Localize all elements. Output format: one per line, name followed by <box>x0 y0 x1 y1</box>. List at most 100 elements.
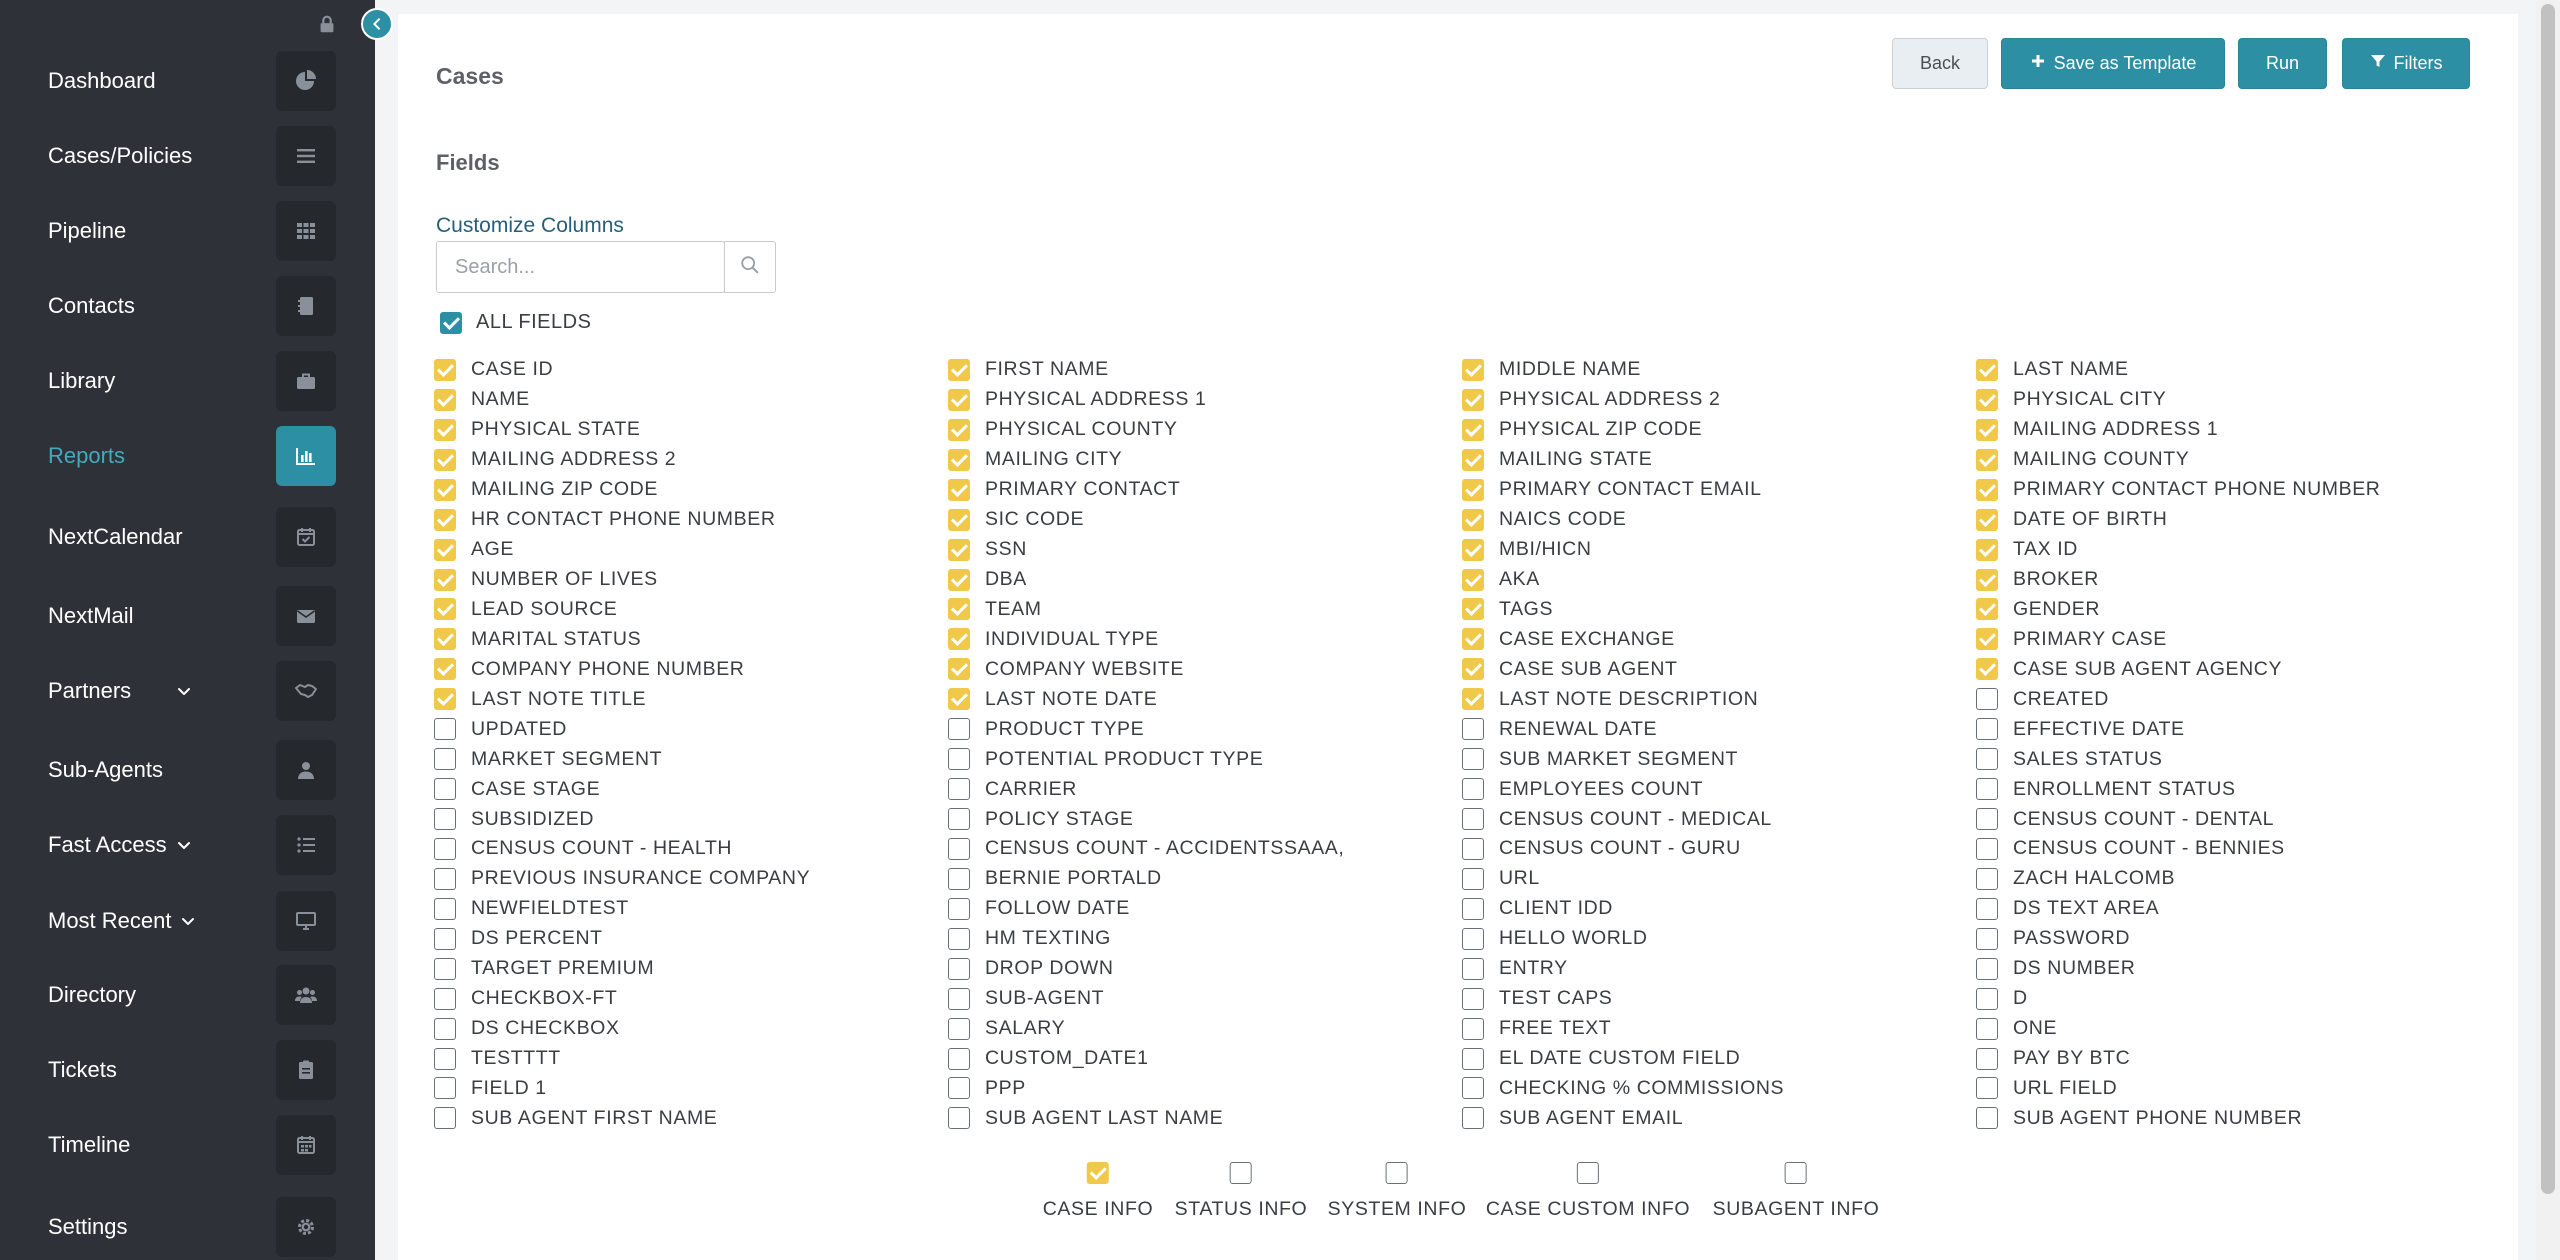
field-checkbox-subsidized[interactable]: SUBSIDIZED <box>434 804 948 834</box>
chevron-down-icon[interactable] <box>180 913 196 929</box>
category-checkbox-system-info[interactable]: SYSTEM INFO <box>1328 1162 1467 1221</box>
checkbox[interactable] <box>948 688 970 711</box>
run-button[interactable]: Run <box>2238 38 2327 89</box>
field-checkbox-primary-contact-phone-number[interactable]: PRIMARY CONTACT PHONE NUMBER <box>1976 475 2490 505</box>
checkbox[interactable] <box>434 778 456 801</box>
field-checkbox-entry[interactable]: ENTRY <box>1462 954 1976 984</box>
field-checkbox-ssn[interactable]: SSN <box>948 535 1462 565</box>
field-checkbox-number-of-lives[interactable]: NUMBER OF LIVES <box>434 565 948 595</box>
page-scrollbar-thumb[interactable] <box>2541 4 2555 1194</box>
checkbox[interactable] <box>948 658 970 681</box>
field-checkbox-middle-name[interactable]: MIDDLE NAME <box>1462 355 1976 385</box>
checkbox[interactable] <box>1976 688 1998 711</box>
field-checkbox-marital-status[interactable]: MARITAL STATUS <box>434 624 948 654</box>
checkbox[interactable] <box>434 478 456 501</box>
checkbox[interactable] <box>948 1077 970 1100</box>
checkbox[interactable] <box>434 658 456 681</box>
checkbox[interactable] <box>1462 987 1484 1010</box>
checkbox[interactable] <box>434 688 456 711</box>
checkbox[interactable] <box>434 748 456 771</box>
field-checkbox-drop-down[interactable]: DROP DOWN <box>948 954 1462 984</box>
field-checkbox-case-exchange[interactable]: CASE EXCHANGE <box>1462 624 1976 654</box>
checkbox[interactable] <box>1462 1017 1484 1040</box>
field-checkbox-one[interactable]: ONE <box>1976 1014 2490 1044</box>
field-checkbox-policy-stage[interactable]: POLICY STAGE <box>948 804 1462 834</box>
sidebar-item-timeline[interactable]: Timeline <box>0 1113 375 1177</box>
customize-columns-link[interactable]: Customize Columns <box>436 214 624 238</box>
field-checkbox-effective-date[interactable]: EFFECTIVE DATE <box>1976 714 2490 744</box>
checkbox[interactable] <box>1976 957 1998 980</box>
checkbox[interactable] <box>1462 538 1484 561</box>
checkbox[interactable] <box>434 538 456 561</box>
field-checkbox-case-id[interactable]: CASE ID <box>434 355 948 385</box>
checkbox[interactable] <box>434 1017 456 1040</box>
field-checkbox-field-1[interactable]: FIELD 1 <box>434 1074 948 1104</box>
category-checkbox-case-info[interactable]: CASE INFO <box>1043 1162 1154 1221</box>
checkbox[interactable] <box>1976 1077 1998 1100</box>
field-checkbox-checkbox-ft[interactable]: CHECKBOX-FT <box>434 984 948 1014</box>
field-checkbox-broker[interactable]: BROKER <box>1976 565 2490 595</box>
checkbox[interactable] <box>434 897 456 920</box>
checkbox[interactable] <box>1087 1162 1109 1184</box>
field-checkbox-password[interactable]: PASSWORD <box>1976 924 2490 954</box>
checkbox[interactable] <box>1462 688 1484 711</box>
field-checkbox-el-date-custom-field[interactable]: EL DATE CUSTOM FIELD <box>1462 1044 1976 1074</box>
sidebar-item-most-recent[interactable]: Most Recent <box>0 889 375 953</box>
checkbox[interactable] <box>434 1107 456 1130</box>
checkbox[interactable] <box>1462 927 1484 950</box>
field-checkbox-last-note-date[interactable]: LAST NOTE DATE <box>948 684 1462 714</box>
checkbox[interactable] <box>1462 448 1484 471</box>
sidebar-item-nextmail[interactable]: NextMail <box>0 584 375 648</box>
checkbox[interactable] <box>1386 1162 1408 1184</box>
field-checkbox-naics-code[interactable]: NAICS CODE <box>1462 505 1976 535</box>
field-checkbox-checking-commissions[interactable]: CHECKING % COMMISSIONS <box>1462 1074 1976 1104</box>
field-checkbox-census-count-accidentssaaa[interactable]: CENSUS COUNT - ACCIDENTSSAAA, <box>948 834 1462 864</box>
checkbox[interactable] <box>948 927 970 950</box>
field-checkbox-team[interactable]: TEAM <box>948 595 1462 625</box>
checkbox[interactable] <box>948 987 970 1010</box>
field-checkbox-hm-texting[interactable]: HM TEXTING <box>948 924 1462 954</box>
field-checkbox-company-phone-number[interactable]: COMPANY PHONE NUMBER <box>434 654 948 684</box>
save-as-template-button[interactable]: Save as Template <box>2001 38 2225 89</box>
checkbox[interactable] <box>434 837 456 860</box>
checkbox[interactable] <box>948 957 970 980</box>
checkbox[interactable] <box>1462 388 1484 411</box>
checkbox[interactable] <box>434 448 456 471</box>
checkbox[interactable] <box>948 897 970 920</box>
sidebar-item-dashboard[interactable]: Dashboard <box>0 49 375 113</box>
field-checkbox-sub-agent-email[interactable]: SUB AGENT EMAIL <box>1462 1103 1976 1133</box>
checkbox[interactable] <box>1462 418 1484 441</box>
field-checkbox-testttt[interactable]: TESTTTT <box>434 1044 948 1074</box>
field-checkbox-newfieldtest[interactable]: NEWFIELDTEST <box>434 894 948 924</box>
checkbox[interactable] <box>1976 987 1998 1010</box>
checkbox[interactable] <box>1462 837 1484 860</box>
field-checkbox-physical-city[interactable]: PHYSICAL CITY <box>1976 385 2490 415</box>
sidebar-item-tickets[interactable]: Tickets <box>0 1038 375 1102</box>
checkbox[interactable] <box>948 598 970 621</box>
field-checkbox-census-count-medical[interactable]: CENSUS COUNT - MEDICAL <box>1462 804 1976 834</box>
field-checkbox-test-caps[interactable]: TEST CAPS <box>1462 984 1976 1014</box>
field-checkbox-case-sub-agent-agency[interactable]: CASE SUB AGENT AGENCY <box>1976 654 2490 684</box>
checkbox[interactable] <box>1976 508 1998 531</box>
checkbox[interactable] <box>434 418 456 441</box>
checkbox[interactable] <box>1976 538 1998 561</box>
field-checkbox-pay-by-btc[interactable]: PAY BY BTC <box>1976 1044 2490 1074</box>
checkbox[interactable] <box>1462 1077 1484 1100</box>
field-checkbox-custom-date1[interactable]: CUSTOM_DATE1 <box>948 1044 1462 1074</box>
checkbox[interactable] <box>1976 867 1998 890</box>
field-checkbox-ds-number[interactable]: DS NUMBER <box>1976 954 2490 984</box>
checkbox[interactable] <box>1462 1047 1484 1070</box>
field-checkbox-primary-case[interactable]: PRIMARY CASE <box>1976 624 2490 654</box>
field-checkbox-case-sub-agent[interactable]: CASE SUB AGENT <box>1462 654 1976 684</box>
field-checkbox-ppp[interactable]: PPP <box>948 1074 1462 1104</box>
field-checkbox-physical-address-2[interactable]: PHYSICAL ADDRESS 2 <box>1462 385 1976 415</box>
field-checkbox-physical-state[interactable]: PHYSICAL STATE <box>434 415 948 445</box>
sidebar-item-partners[interactable]: Partners <box>0 659 375 723</box>
field-checkbox-tags[interactable]: TAGS <box>1462 595 1976 625</box>
sidebar-item-cases-policies[interactable]: Cases/Policies <box>0 124 375 188</box>
checkbox[interactable] <box>948 448 970 471</box>
field-checkbox-last-note-description[interactable]: LAST NOTE DESCRIPTION <box>1462 684 1976 714</box>
field-checkbox-carrier[interactable]: CARRIER <box>948 774 1462 804</box>
checkbox[interactable] <box>1976 718 1998 741</box>
checkbox[interactable] <box>948 1047 970 1070</box>
